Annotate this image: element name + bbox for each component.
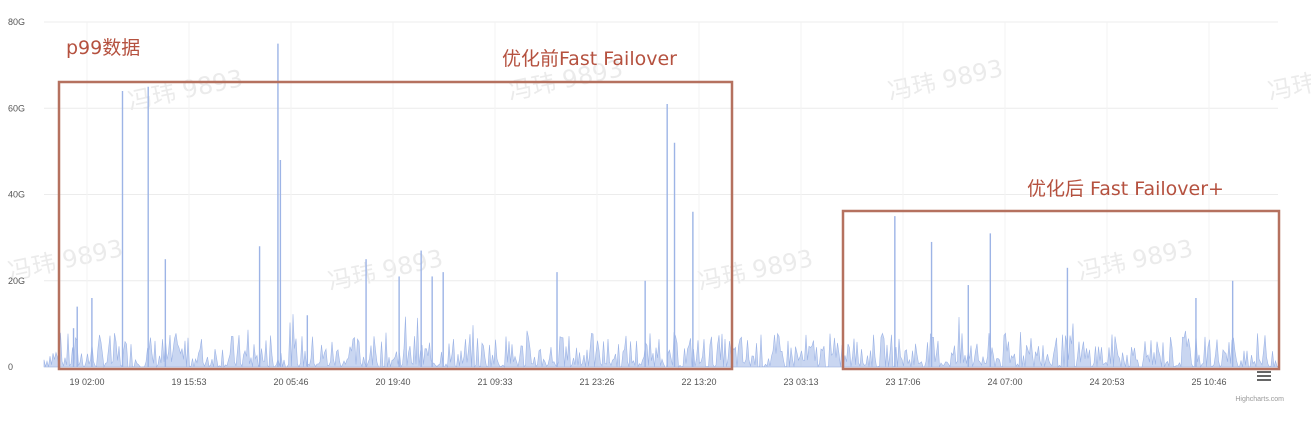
- watermark-text: 冯玮 9893: [1075, 234, 1195, 286]
- watermark-text: 冯玮 9893: [695, 244, 815, 296]
- x-tick-label: 24 20:53: [1089, 377, 1124, 387]
- y-tick-label: 0: [8, 362, 13, 372]
- annotation-after: 优化后 Fast Failover+: [1027, 178, 1224, 200]
- x-tick-label: 20 19:40: [375, 377, 410, 387]
- watermark-text: 冯玮 9893: [1265, 54, 1311, 106]
- y-tick-label: 40G: [8, 190, 25, 200]
- watermark-text: 冯玮 9893: [325, 244, 445, 296]
- y-axis: 0 20G 40G 60G 80G: [8, 17, 25, 372]
- watermark-layer: 冯玮 9893冯玮 9893冯玮 9893冯玮 9893冯玮 9893冯玮 98…: [5, 54, 1311, 296]
- box-before: [57, 80, 734, 371]
- y-tick-label: 20G: [8, 276, 25, 286]
- y-tick-label: 80G: [8, 17, 25, 27]
- x-axis: 19 02:00 19 15:53 20 05:46 20 19:40 21 09:33…: [69, 377, 1226, 387]
- x-tick-label: 19 15:53: [171, 377, 206, 387]
- box-after: [841, 209, 1281, 371]
- series-area: [43, 314, 1279, 369]
- x-tick-label: 25 10:46: [1191, 377, 1226, 387]
- x-tick-label: 21 23:26: [579, 377, 614, 387]
- hamburger-menu-icon[interactable]: [1257, 371, 1271, 381]
- y-tick-label: 60G: [8, 103, 25, 113]
- annotation-before: 优化前Fast Failover: [502, 48, 677, 70]
- chart-svg: 冯玮 9893冯玮 9893冯玮 9893冯玮 9893冯玮 9893冯玮 98…: [5, 17, 1311, 403]
- x-tick-label: 20 05:46: [273, 377, 308, 387]
- annotation-p99: p99数据: [66, 37, 140, 59]
- x-tick-label: 23 17:06: [885, 377, 920, 387]
- x-tick-label: 21 09:33: [477, 377, 512, 387]
- x-tick-label: 22 13:20: [681, 377, 716, 387]
- x-tick-label: 23 03:13: [783, 377, 818, 387]
- highcharts-credit[interactable]: Highcharts.com: [1235, 396, 1284, 403]
- x-tick-label: 24 07:00: [987, 377, 1022, 387]
- x-tick-label: 19 02:00: [69, 377, 104, 387]
